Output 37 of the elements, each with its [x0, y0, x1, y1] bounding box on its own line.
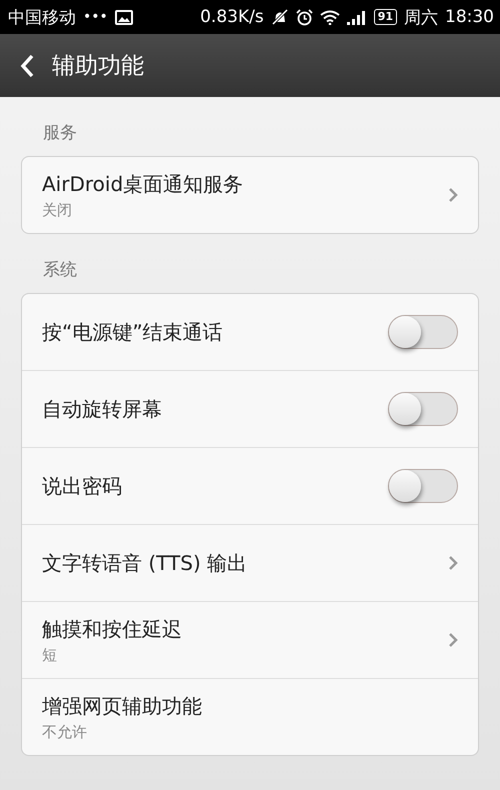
- clock-time: 18:30: [445, 7, 494, 27]
- wifi-icon: [320, 10, 340, 24]
- settings-row[interactable]: 按“电源键”结束通话: [22, 294, 478, 370]
- chevron-icon: [448, 632, 458, 648]
- battery-level: 91: [374, 9, 397, 25]
- chevron-icon: [448, 555, 458, 571]
- setting-title: 增强网页辅助功能: [42, 692, 203, 720]
- settings-row[interactable]: 触摸和按住延迟 短: [22, 601, 478, 678]
- setting-value: 不允许: [42, 722, 88, 742]
- setting-title: 文字转语音 (TTS) 输出: [42, 550, 248, 576]
- settings-row[interactable]: 自动旋转屏幕: [22, 370, 478, 447]
- toggle-switch[interactable]: [388, 392, 458, 426]
- section-label: 服务: [42, 122, 78, 145]
- setting-title: 触摸和按住延迟: [42, 616, 183, 642]
- toggle-switch[interactable]: [388, 315, 458, 349]
- section-label: 系统: [42, 259, 78, 282]
- notification-dots: •••: [83, 9, 108, 25]
- setting-title: AirDroid桌面通知服务: [42, 170, 244, 198]
- setting-title: 自动旋转屏幕: [42, 396, 163, 422]
- weekday: 周六: [404, 6, 438, 28]
- setting-title: 说出密码: [42, 472, 123, 500]
- setting-value: 短: [42, 646, 58, 664]
- page-title: 辅助功能: [52, 52, 144, 81]
- image-icon: [114, 10, 133, 24]
- carrier-name: 中国移动: [8, 6, 76, 28]
- settings-row[interactable]: AirDroid桌面通知服务 关闭: [22, 157, 478, 233]
- toggle-switch[interactable]: [388, 469, 458, 503]
- signal-icon: [346, 10, 367, 24]
- alarm-clock-icon: [296, 8, 313, 26]
- network-speed: 0.83K/s: [200, 7, 264, 27]
- settings-row[interactable]: 增强网页辅助功能 不允许: [22, 678, 478, 755]
- settings-row[interactable]: 文字转语音 (TTS) 输出: [22, 524, 478, 601]
- muted-bell-icon: [270, 9, 289, 25]
- setting-value: 关闭: [42, 200, 73, 220]
- setting-title: 按“电源键”结束通话: [42, 318, 224, 346]
- settings-row[interactable]: 说出密码: [22, 447, 478, 524]
- chevron-icon: [448, 187, 458, 203]
